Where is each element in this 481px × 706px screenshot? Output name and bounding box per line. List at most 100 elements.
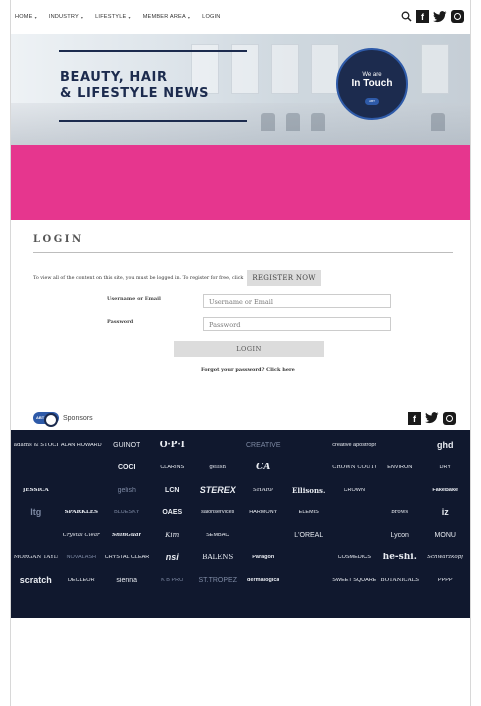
sponsor-logo-grid: adams & STOCK WAX ALAN HOWARD GUINOT O·P… (11, 430, 470, 618)
sponsors-social: f (408, 412, 456, 425)
sponsor-logo[interactable]: COSMEDICS (338, 555, 371, 561)
hero-title: BEAUTY, HAIR & LIFESTYLE NEWS (60, 70, 210, 101)
sponsor-logo[interactable]: MONU (435, 532, 456, 539)
sponsor-logo[interactable]: PPPP (438, 578, 453, 584)
sponsor-logo[interactable]: brows (391, 510, 408, 516)
login-notice: To view all of the content on this site,… (33, 270, 321, 286)
forgot-password-link[interactable]: Forgot your password? Click here (201, 367, 295, 373)
page-frame: HOME ▾ INDUSTRY ▾ LIFESTYLE ▾ MEMBER AREA ▾ … (10, 0, 471, 706)
sponsor-logo[interactable]: sienna (116, 577, 137, 584)
sponsor-logo[interactable]: JESSICA (23, 488, 49, 494)
password-field[interactable]: Password (203, 317, 391, 331)
sponsor-logo[interactable]: ST.TROPEZ (198, 577, 237, 584)
sponsor-logo[interactable]: STEREX (200, 486, 236, 495)
sponsor-logo[interactable]: Kim (165, 532, 179, 539)
sponsor-logo[interactable]: SPARKLES (65, 510, 98, 516)
hero-rule-top (59, 50, 247, 52)
sponsor-logo[interactable]: CA (256, 463, 270, 472)
search-icon[interactable] (401, 11, 412, 22)
sponsor-logo[interactable]: FakeBake (432, 488, 458, 494)
sponsor-logo[interactable]: BOTANICALS (380, 578, 419, 584)
sponsor-logo[interactable]: he-shi. (383, 553, 417, 562)
hero-window (231, 44, 259, 94)
sponsor-logo[interactable]: OAES (162, 509, 182, 516)
sponsor-logo[interactable]: DECLÉOR (68, 578, 95, 584)
twitter-icon[interactable] (425, 412, 439, 424)
sponsor-logo[interactable]: BALENS (202, 554, 233, 561)
sponsor-logo[interactable]: LCN (165, 487, 179, 494)
username-field[interactable]: Username or Email (203, 294, 391, 308)
sponsor-logo[interactable]: creative apostrophe (332, 443, 376, 449)
sponsor-logo[interactable]: SHARP (253, 488, 273, 494)
advert-banner[interactable] (11, 145, 470, 220)
sponsor-logo[interactable]: Lycon (391, 532, 409, 539)
sponsor-logo[interactable]: CROWN COUTURE (332, 465, 376, 471)
hero-window (271, 44, 299, 94)
abt-logo: ABT (365, 98, 379, 105)
sponsor-logo[interactable]: Schwarzkopf (427, 555, 463, 561)
sponsor-logo[interactable]: adams & STOCK WAX (14, 443, 58, 449)
nav-item-lifestyle[interactable]: LIFESTYLE ▾ (95, 14, 131, 20)
sponsor-logo[interactable]: DRY (439, 465, 451, 471)
nav-item-industry[interactable]: INDUSTRY ▾ (49, 14, 83, 20)
hero-chair (286, 113, 300, 131)
sponsor-logo[interactable]: gelish (118, 487, 136, 494)
sponsor-logo[interactable]: ELEMIS (299, 510, 319, 516)
nav-item-member-area[interactable]: MEMBER AREA ▾ (143, 14, 190, 20)
facebook-icon[interactable]: f (416, 10, 429, 23)
sponsor-logo[interactable]: NOVALASH (66, 555, 96, 561)
sponsor-logo[interactable]: iz (442, 508, 449, 517)
nav-item-login[interactable]: LOGIN (202, 14, 220, 20)
sponsor-logo[interactable]: K B PRO (161, 578, 183, 584)
twitter-icon[interactable] (433, 10, 447, 23)
nav-item-home[interactable]: HOME ▾ (15, 14, 37, 20)
sponsor-logo[interactable]: gelish (209, 465, 226, 471)
sponsor-logo[interactable]: ALAN HOWARD (61, 443, 102, 449)
top-navigation: HOME ▾ INDUSTRY ▾ LIFESTYLE ▾ MEMBER AREA ▾ … (11, 0, 470, 34)
nav-social: f (401, 10, 464, 23)
sponsor-logo[interactable]: ShinGuar (112, 533, 141, 539)
sponsor-logo[interactable]: CREATIVE (246, 442, 281, 449)
hero-floor (11, 103, 470, 145)
sponsor-logo[interactable]: scratch (20, 576, 52, 585)
sponsor-logo[interactable]: COCI (118, 464, 136, 471)
sponsor-logo[interactable]: ghd (437, 441, 454, 450)
sponsor-logo[interactable]: GUINOT (113, 442, 140, 449)
sponsor-logo[interactable]: L'ORÉAL (294, 532, 323, 539)
hero-chair (311, 113, 325, 131)
sponsor-logo[interactable]: CRYSTAL CLEAR (105, 555, 149, 561)
sponsor-logo[interactable]: salonservices (201, 510, 234, 516)
sponsor-logo[interactable]: ENVIRON (387, 465, 412, 471)
hero-window (311, 44, 339, 94)
hero-chair (261, 113, 275, 131)
sponsor-logo[interactable]: SWEET SQUARED (332, 578, 376, 584)
sponsor-logo[interactable]: SEMBAC (206, 533, 229, 539)
sponsor-logo[interactable]: nsi (166, 553, 179, 562)
sponsor-logo[interactable]: ltg (30, 508, 41, 517)
sponsor-logo[interactable]: O·P·I (160, 441, 185, 450)
instagram-icon[interactable] (443, 412, 456, 425)
nav-menu: HOME ▾ INDUSTRY ▾ LIFESTYLE ▾ MEMBER AREA ▾ … (11, 14, 221, 20)
abt-logo: ABT (33, 412, 59, 427)
hero-banner: BEAUTY, HAIR & LIFESTYLE NEWS We are In … (11, 34, 470, 145)
sponsors-title: Sponsors (63, 414, 93, 422)
sponsor-logo[interactable]: Crystal Clear (63, 533, 100, 539)
facebook-icon[interactable]: f (408, 412, 421, 425)
chevron-down-icon: ▾ (187, 14, 191, 20)
in-touch-badge[interactable]: We are In Touch ABT (336, 48, 408, 120)
sponsor-logo[interactable]: Ellisons. (292, 487, 325, 494)
sponsor-logo[interactable]: MORGAN TAYLOR (14, 555, 58, 561)
page-title: LOGIN (33, 234, 84, 245)
instagram-icon[interactable] (451, 10, 464, 23)
hero-rule-bottom (59, 120, 247, 122)
sponsor-logo[interactable]: BLUESKY (114, 510, 139, 516)
sponsor-logo[interactable]: Paragon (252, 555, 274, 561)
sponsor-logo[interactable]: dermalogica (247, 578, 279, 584)
register-now-button[interactable]: REGISTER NOW (247, 270, 321, 286)
hero-chair (431, 113, 445, 131)
sponsor-logo[interactable]: CLARINS (160, 465, 184, 471)
login-button[interactable]: LOGIN (174, 341, 324, 357)
sponsor-logo[interactable]: HARMONY (249, 510, 277, 516)
chevron-down-icon: ▾ (80, 14, 84, 20)
sponsor-logo[interactable]: CROWN (344, 488, 365, 494)
